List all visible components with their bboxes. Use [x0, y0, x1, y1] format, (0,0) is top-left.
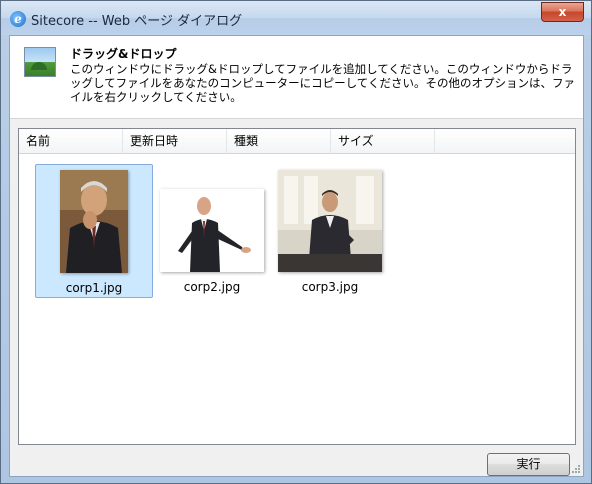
image-icon — [24, 47, 56, 77]
window-title: Sitecore -- Web ページ ダイアログ — [31, 14, 243, 29]
file-item-corp3[interactable]: corp3.jpg — [271, 164, 389, 298]
close-icon: x — [558, 5, 567, 19]
file-thumbnail-corp2 — [160, 189, 264, 272]
column-header-modified[interactable]: 更新日時 — [123, 129, 227, 153]
file-item-corp2[interactable]: corp2.jpg — [153, 164, 271, 298]
file-name-corp3: corp3.jpg — [301, 280, 359, 294]
header-panel: ドラッグ&ドロップ このウィンドウにドラッグ&ドロップしてファイルを追加してくだ… — [10, 36, 583, 119]
file-thumbnail-corp3 — [278, 170, 382, 272]
dialog-client-area: ドラッグ&ドロップ このウィンドウにドラッグ&ドロップしてファイルを追加してくだ… — [9, 35, 584, 477]
file-name-corp2: corp2.jpg — [183, 280, 241, 294]
header-title: ドラッグ&ドロップ — [70, 47, 177, 61]
title-bar[interactable]: e Sitecore -- Web ページ ダイアログ x — [1, 1, 591, 35]
dialog-window: e Sitecore -- Web ページ ダイアログ x ドラッグ&ドロップ … — [0, 0, 592, 484]
ie-icon: e — [10, 11, 26, 27]
column-header-row: 名前 更新日時 種類 サイズ — [19, 129, 575, 154]
run-button[interactable]: 実行 — [487, 453, 570, 476]
close-button[interactable]: x — [541, 2, 584, 22]
file-list-panel[interactable]: 名前 更新日時 種類 サイズ corp1.jpg corp2.jpg corp3… — [18, 128, 576, 445]
header-description: このウィンドウにドラッグ&ドロップしてファイルを追加してください。このウィンドウ… — [70, 62, 575, 104]
file-thumbnail-corp1 — [60, 170, 128, 273]
column-header-size[interactable]: サイズ — [331, 129, 435, 153]
column-header-name[interactable]: 名前 — [19, 129, 123, 153]
resize-grip-icon[interactable] — [571, 464, 581, 474]
file-item-corp1[interactable]: corp1.jpg — [35, 164, 153, 298]
file-name-corp1: corp1.jpg — [65, 281, 123, 295]
column-header-type[interactable]: 種類 — [227, 129, 331, 153]
